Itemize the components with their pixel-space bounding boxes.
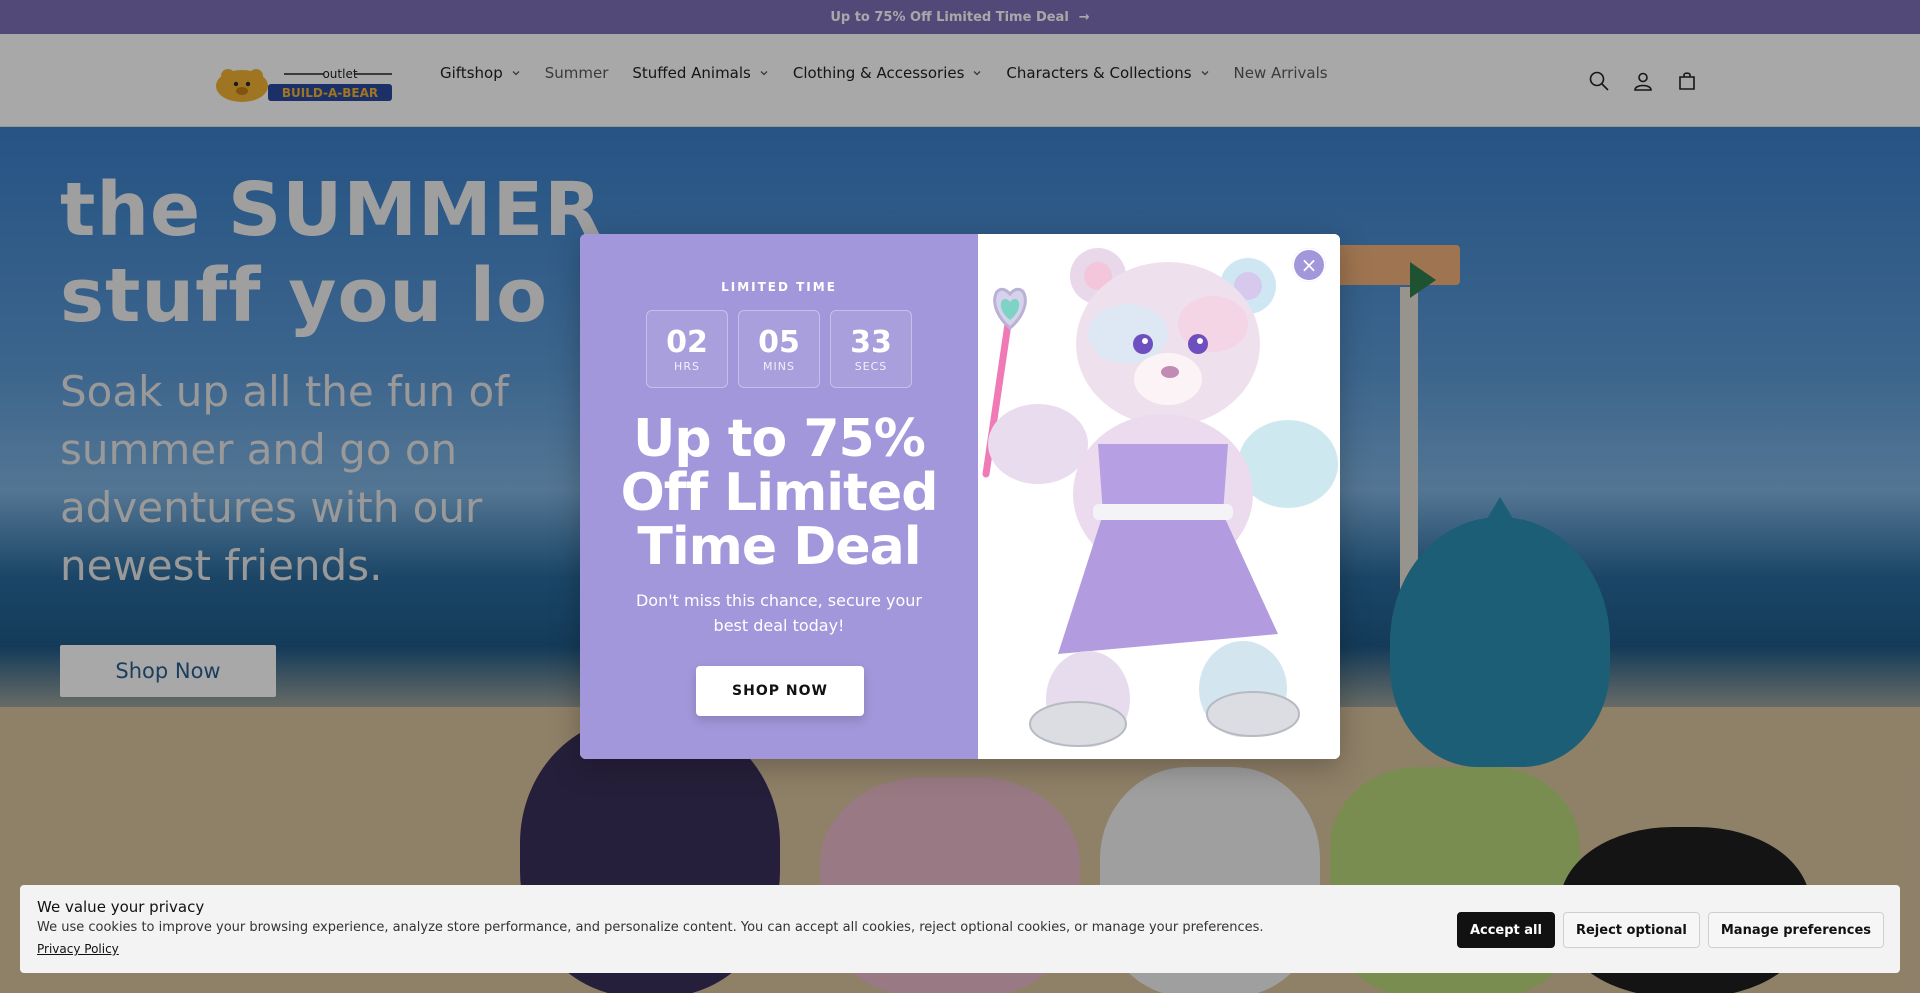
cookie-actions: Accept all Reject optional Manage prefer… [1456,912,1884,948]
countdown-label: MINS [763,359,795,373]
cookie-consent-banner: We value your privacy We use cookies to … [20,885,1900,973]
reject-optional-button[interactable]: Reject optional [1562,912,1700,948]
manage-preferences-button[interactable]: Manage preferences [1707,912,1884,948]
cookie-description: We use cookies to improve your browsing … [37,920,1264,935]
promo-content-panel: LIMITED TIME 02 HRS 05 MINS 33 SECS Up t… [580,234,978,759]
countdown-label: HRS [674,359,700,373]
countdown-seconds: 33 SECS [830,310,912,388]
countdown-value: 05 [758,324,800,360]
promo-title: Up to 75% Off Limited Time Deal [620,409,939,577]
countdown-value: 33 [850,324,892,360]
countdown-timer: 02 HRS 05 MINS 33 SECS [646,310,912,388]
promo-shop-now-button[interactable]: SHOP NOW [696,666,864,716]
countdown-minutes: 05 MINS [738,310,820,388]
countdown-hours: 02 HRS [646,310,728,388]
promo-modal: LIMITED TIME 02 HRS 05 MINS 33 SECS Up t… [580,234,1340,759]
promo-subtitle: Don't miss this chance, secure your best… [635,591,923,635]
promo-bear-image [978,234,1340,759]
accept-all-button[interactable]: Accept all [1456,912,1555,948]
countdown-value: 02 [666,324,708,360]
countdown-label: SECS [854,359,888,373]
close-icon: × [1300,253,1318,277]
close-modal-button[interactable]: × [1292,248,1326,282]
privacy-policy-link[interactable]: Privacy Policy [37,942,119,956]
cookie-title: We value your privacy [37,898,205,916]
promo-eyebrow: LIMITED TIME [721,280,837,294]
